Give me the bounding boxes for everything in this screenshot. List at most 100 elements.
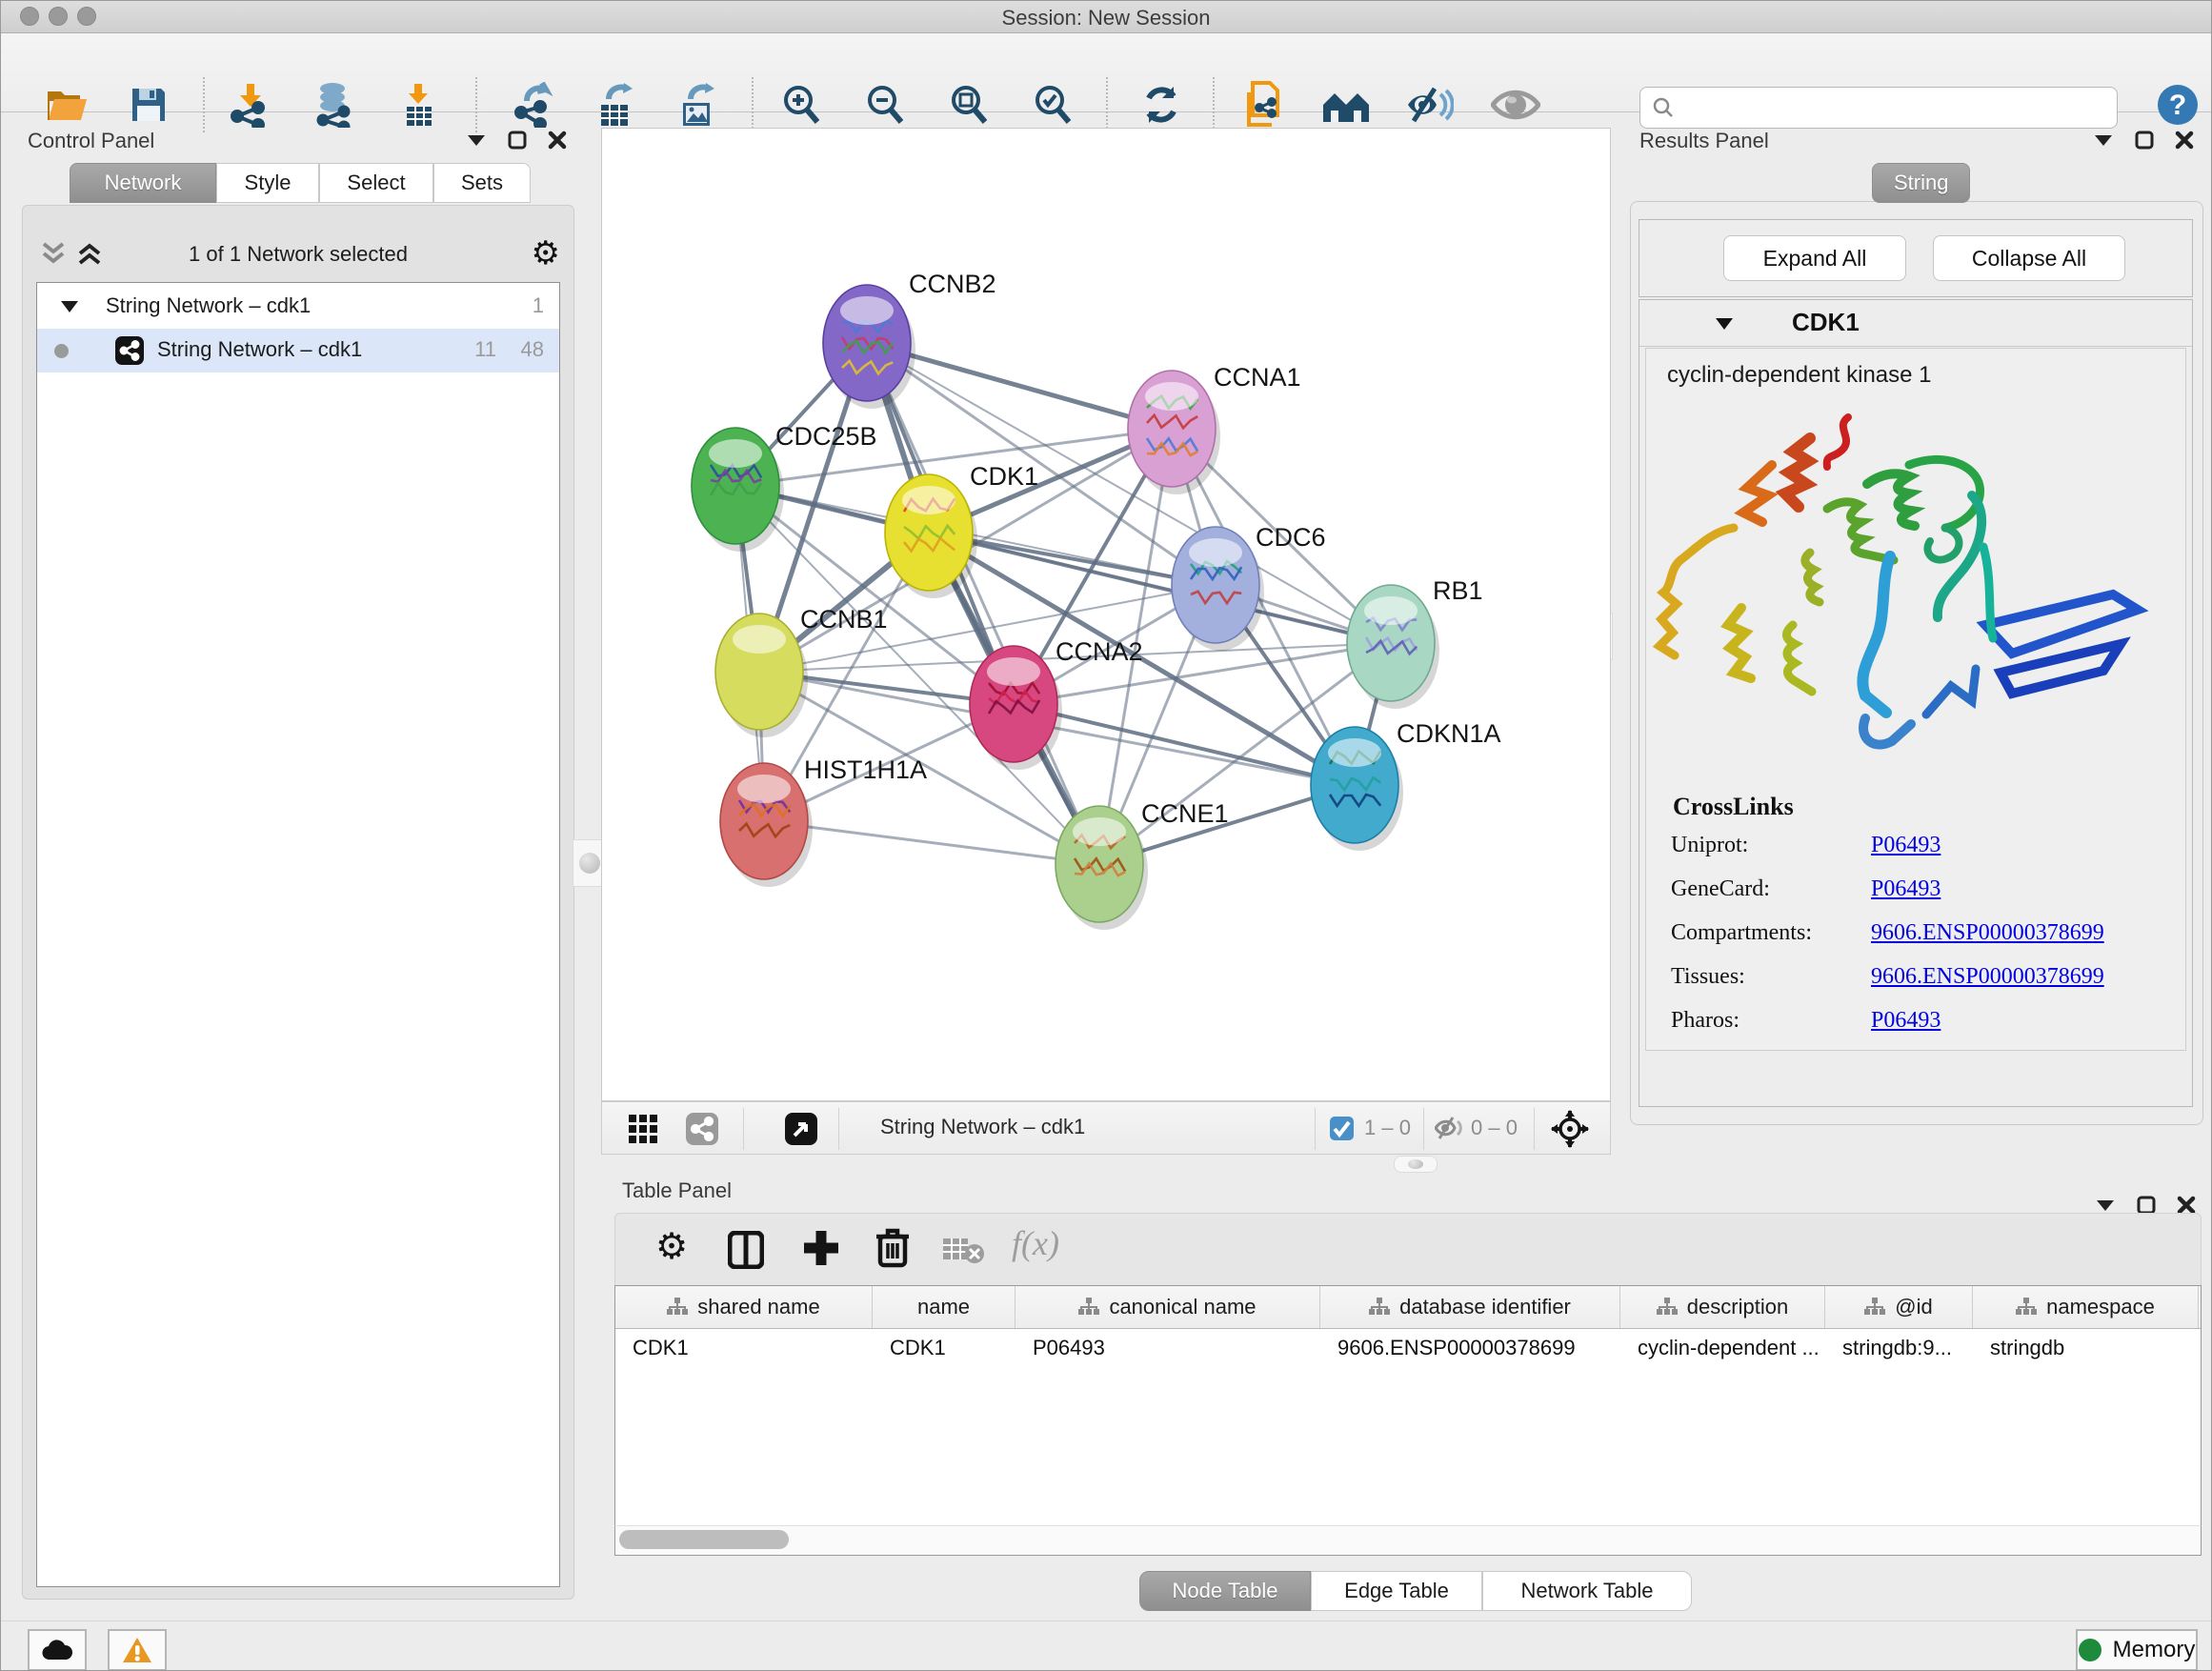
column-header[interactable]: @id <box>1825 1286 1973 1328</box>
export-table-icon[interactable] <box>589 80 642 130</box>
section-expander-icon[interactable] <box>1714 317 1735 331</box>
node-label: CDC25B <box>775 422 877 451</box>
panel-close-icon[interactable] <box>2177 1196 2196 1215</box>
column-header-label: database identifier <box>1399 1295 1571 1319</box>
panel-close-icon[interactable] <box>2175 131 2194 150</box>
expand-all-button[interactable]: Expand All <box>1723 235 1906 281</box>
column-header[interactable]: description <box>1620 1286 1825 1328</box>
network-node-ccne1[interactable]: CCNE1 <box>1056 799 1229 930</box>
network-node-cdc6[interactable]: CDC6 <box>1172 523 1326 651</box>
network-style-icon[interactable] <box>686 1113 718 1145</box>
function-builder-icon[interactable]: f(x) <box>1012 1223 1059 1263</box>
status-bar: Memory <box>1 1621 2211 1671</box>
crosslink-link[interactable]: P06493 <box>1871 876 1941 902</box>
zoom-fit-icon[interactable] <box>942 80 995 130</box>
table-options-gear-icon[interactable]: ⚙ <box>655 1229 688 1265</box>
network-node-cdkn1a[interactable]: CDKN1A <box>1311 719 1501 851</box>
show-all-icon[interactable] <box>1489 80 1542 130</box>
crosslink-row: Uniprot:P06493 <box>1671 833 2166 858</box>
table-horizontal-scrollbar[interactable] <box>614 1525 2202 1556</box>
collapse-all-button[interactable]: Collapse All <box>1933 235 2125 281</box>
control-panel-title: Control Panel <box>28 129 154 153</box>
window-title: Session: New Session <box>1 6 2211 30</box>
column-header[interactable]: canonical name <box>1016 1286 1320 1328</box>
panel-menu-icon[interactable] <box>466 133 487 147</box>
table-cell[interactable]: CDK1 <box>615 1329 873 1369</box>
add-column-icon[interactable] <box>802 1229 840 1267</box>
network-node-cdk1[interactable]: CDK1 <box>885 462 1038 598</box>
tab-sets[interactable]: Sets <box>433 163 531 203</box>
tree-expander-icon[interactable] <box>60 300 79 313</box>
table-cell[interactable]: 9606.ENSP00000378699 <box>1320 1329 1620 1369</box>
network-edge[interactable] <box>1014 704 1355 785</box>
zoom-out-icon[interactable] <box>858 80 912 130</box>
crosslink-link[interactable]: P06493 <box>1871 833 1941 858</box>
duplicate-network-icon[interactable] <box>1237 80 1291 130</box>
network-canvas[interactable]: CCNB2 CCNA1 CDC25B CDK1 CDC6RB1 CCNB1 CCNA2 CDK… <box>601 128 1611 1101</box>
network-node-hist1h1a[interactable]: HIST1H1A <box>720 755 927 887</box>
network-node-cdc25b[interactable]: CDC25B <box>692 422 877 552</box>
tab-edge-table[interactable]: Edge Table <box>1311 1571 1482 1611</box>
tab-select[interactable]: Select <box>319 163 433 203</box>
tab-string-results[interactable]: String <box>1872 163 1970 203</box>
table-cell[interactable]: cyclin-dependent ... <box>1620 1329 1825 1369</box>
panel-close-icon[interactable] <box>548 131 567 150</box>
tab-style[interactable]: Style <box>216 163 319 203</box>
column-header[interactable]: name <box>873 1286 1016 1328</box>
crosslink-link[interactable]: 9606.ENSP00000378699 <box>1871 920 2104 946</box>
network-collection-row[interactable]: String Network – cdk1 1 <box>37 285 559 329</box>
namespace-icon <box>1369 1298 1390 1317</box>
crosslink-link[interactable]: P06493 <box>1871 1008 1941 1034</box>
apply-layout-icon[interactable] <box>1135 80 1188 130</box>
first-neighbors-icon[interactable] <box>1319 80 1373 130</box>
show-grid-icon[interactable] <box>629 1115 657 1143</box>
selected-checkbox-icon[interactable] <box>1330 1117 1354 1140</box>
network-node-ccna1[interactable]: CCNA1 <box>1128 363 1301 494</box>
panel-menu-icon[interactable] <box>2095 1198 2116 1212</box>
scrollbar-thumb[interactable] <box>619 1530 789 1549</box>
column-header[interactable]: database identifier <box>1320 1286 1620 1328</box>
zoom-in-icon[interactable] <box>774 80 828 130</box>
gene-section-header[interactable]: CDK1 <box>1639 300 2192 347</box>
panel-float-icon[interactable] <box>2137 1196 2156 1215</box>
network-edge[interactable] <box>867 343 1099 864</box>
show-columns-icon[interactable] <box>728 1231 764 1269</box>
panel-menu-icon[interactable] <box>2093 133 2114 147</box>
network-row-selected[interactable]: String Network – cdk1 11 48 <box>37 329 559 372</box>
network-node-ccnb1[interactable]: CCNB1 <box>715 605 888 737</box>
panel-float-icon[interactable] <box>508 131 527 150</box>
column-header-label: @id <box>1895 1295 1932 1319</box>
table-cell[interactable]: CDK1 <box>873 1329 1016 1369</box>
tab-node-table[interactable]: Node Table <box>1139 1571 1311 1611</box>
tab-network[interactable]: Network <box>70 163 216 203</box>
delete-column-icon[interactable] <box>875 1227 911 1269</box>
memory-button[interactable]: Memory <box>2076 1629 2198 1671</box>
node-label: HIST1H1A <box>804 755 927 784</box>
column-header[interactable]: namespace <box>1973 1286 2199 1328</box>
export-image-icon[interactable] <box>671 80 724 130</box>
network-node-rb1[interactable]: RB1 <box>1347 576 1483 709</box>
table-cell[interactable]: stringdb <box>1973 1329 2199 1369</box>
zoom-selected-icon[interactable] <box>1026 80 1079 130</box>
cloud-status-button[interactable] <box>28 1629 87 1671</box>
table-cell[interactable]: P06493 <box>1016 1329 1320 1369</box>
network-options-gear-icon[interactable]: ⚙ <box>532 237 560 270</box>
hide-selected-icon[interactable] <box>1403 80 1457 130</box>
tab-network-table[interactable]: Network Table <box>1482 1571 1692 1611</box>
table-cell[interactable]: stringdb:9... <box>1825 1329 1973 1369</box>
panel-float-icon[interactable] <box>2135 131 2154 150</box>
column-header[interactable]: shared name <box>615 1286 873 1328</box>
crosslink-link[interactable]: 9606.ENSP00000378699 <box>1871 964 2104 990</box>
network-node-ccnb2[interactable]: CCNB2 <box>823 270 996 409</box>
namespace-icon <box>1864 1298 1885 1317</box>
network-selection-status: 1 of 1 Network selected <box>23 242 573 267</box>
network-edge[interactable] <box>764 821 1099 864</box>
results-button-row: Expand All Collapse All <box>1639 219 2193 297</box>
delete-table-icon[interactable] <box>943 1237 985 1265</box>
table-row[interactable]: CDK1CDK1P064939606.ENSP00000378699cyclin… <box>615 1329 2201 1369</box>
birds-eye-view-icon[interactable] <box>785 1113 817 1145</box>
warnings-button[interactable] <box>108 1629 167 1671</box>
fit-content-crosshair-icon[interactable] <box>1551 1110 1589 1148</box>
node-table[interactable]: shared namenamecanonical name database id… <box>614 1285 2202 1527</box>
network-node-ccna2[interactable]: CCNA2 <box>970 637 1143 770</box>
